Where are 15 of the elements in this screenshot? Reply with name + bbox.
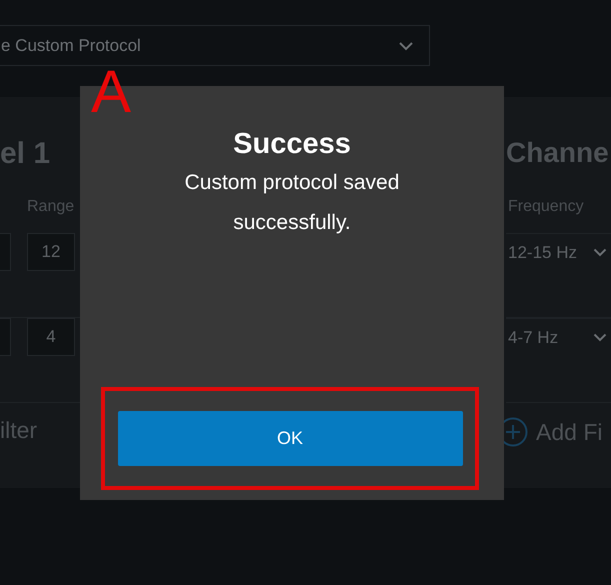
panel-title: el 1 <box>0 137 52 172</box>
dialog-message: Custom protocol saved successfully. <box>184 170 400 236</box>
add-filter-link[interactable]: Add Fi <box>536 418 602 446</box>
panel-title: Channe <box>506 137 610 170</box>
input-field[interactable]: 4 <box>27 318 75 356</box>
ok-button[interactable]: OK <box>118 411 462 466</box>
frequency-dropdown[interactable]: 12-15 Hz <box>506 233 611 271</box>
add-filter-link[interactable]: ilter <box>0 417 38 444</box>
chevron-down-icon <box>593 248 607 257</box>
dialog-title: Success <box>233 128 351 161</box>
frequency-dropdown[interactable]: 4-7 Hz <box>506 318 611 356</box>
protocol-dropdown[interactable]: e Custom Protocol <box>0 25 430 66</box>
input-field[interactable]: 12 <box>27 233 75 271</box>
chevron-down-icon <box>593 333 607 342</box>
chevron-down-icon <box>398 40 414 50</box>
